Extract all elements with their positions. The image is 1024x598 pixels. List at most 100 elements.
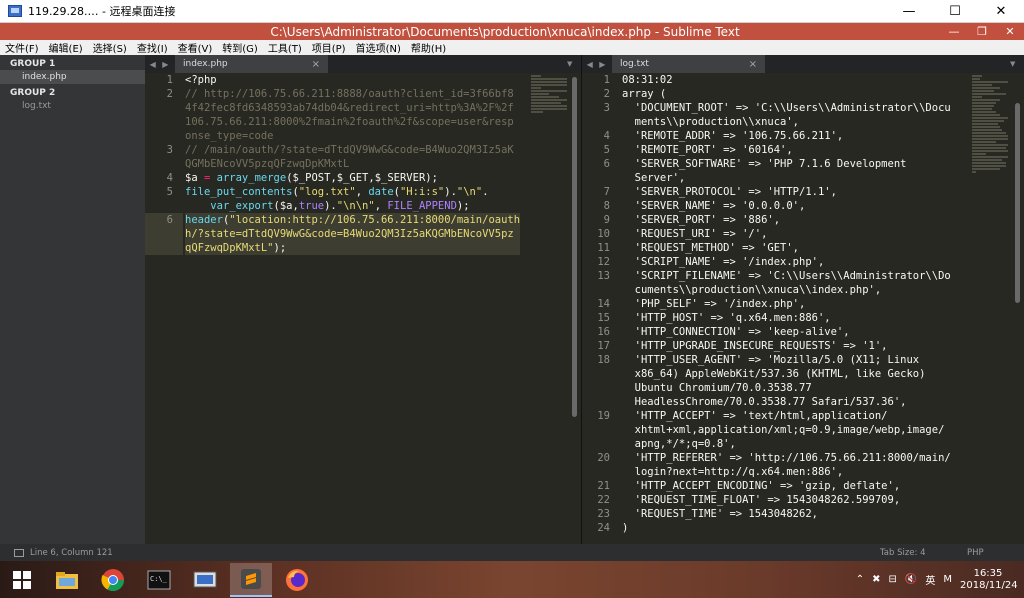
code-line: ) bbox=[622, 522, 629, 534]
line-number: 1 bbox=[603, 74, 610, 86]
line-number: 4 bbox=[603, 130, 610, 142]
menu-project[interactable]: 项目(P) bbox=[307, 40, 351, 55]
line-number: 20 bbox=[597, 452, 610, 464]
right-editor[interactable]: 1 2 3 4 5 6 7 8 9 10 11 12 13 14 15 16 17 18 19 20 21 22 23 24 … bbox=[582, 73, 1024, 544]
tray-ime-indicator[interactable]: 英 bbox=[925, 572, 935, 587]
line-number bbox=[582, 381, 620, 395]
panel-toggle-icon[interactable] bbox=[14, 548, 24, 557]
window-title: C:\Users\Administrator\Documents\product… bbox=[270, 24, 740, 39]
menu-help[interactable]: 帮助(H) bbox=[406, 40, 451, 55]
tab-nav-arrows[interactable]: ◀ ▶ bbox=[145, 60, 175, 69]
sidebar-group-2: GROUP 2 bbox=[10, 88, 56, 98]
taskbar-file-explorer[interactable] bbox=[46, 563, 88, 597]
syntax-indicator[interactable]: PHP bbox=[967, 548, 1024, 558]
code-line: 'REMOTE_PORT' => '60164', bbox=[622, 144, 793, 156]
clock-time: 16:35 bbox=[973, 567, 1003, 579]
code-line: file_put_contents("log.txt", date("H:i:s… bbox=[185, 186, 489, 198]
sidebar-item-log-txt[interactable]: log.txt bbox=[0, 99, 145, 113]
vertical-scrollbar[interactable] bbox=[1015, 103, 1020, 303]
taskbar-remote-desktop[interactable] bbox=[184, 563, 226, 597]
code-line: ments\\production\\xnuca', bbox=[622, 116, 800, 128]
right-tab-bar: ◀ ▶ log.txt × ▼ bbox=[582, 55, 1024, 73]
clock[interactable]: 16:35 2018/11/24 bbox=[960, 567, 1018, 592]
sidebar-item-index-php[interactable]: index.php bbox=[0, 70, 145, 84]
window-close-button[interactable]: ✕ bbox=[996, 25, 1024, 38]
code-line: var_export($a,true)."\n\n", FILE_APPEND)… bbox=[210, 200, 470, 212]
line-number: 13 bbox=[597, 270, 610, 282]
tab-index-php[interactable]: index.php × bbox=[175, 55, 328, 73]
vertical-scrollbar[interactable] bbox=[572, 77, 577, 417]
line-number: 3 bbox=[603, 102, 610, 114]
taskbar-terminal[interactable]: C:\_ bbox=[138, 563, 180, 597]
rdp-minimize-button[interactable]: — bbox=[886, 0, 932, 23]
code-line: 'SCRIPT_NAME' => '/index.php', bbox=[622, 256, 825, 268]
menu-goto[interactable]: 转到(G) bbox=[217, 40, 263, 55]
menu-find[interactable]: 查找(I) bbox=[132, 40, 173, 55]
line-number bbox=[582, 395, 620, 409]
line-number: 22 bbox=[597, 494, 610, 506]
code-line: 4f42fec8fd6348593ab74db04&redirect_uri=h… bbox=[185, 102, 514, 114]
taskbar-chrome[interactable] bbox=[92, 563, 134, 597]
tray-network-status-icon[interactable]: ⊟ bbox=[889, 574, 897, 585]
tab-nav-arrows[interactable]: ◀ ▶ bbox=[582, 60, 612, 69]
tray-m-icon[interactable]: M bbox=[943, 574, 952, 585]
line-number: 23 bbox=[597, 508, 610, 520]
taskbar-firefox[interactable] bbox=[276, 563, 318, 597]
code-line: 'REQUEST_TIME' => 1543048262, bbox=[622, 508, 818, 520]
sublime-title-bar: C:\Users\Administrator\Documents\product… bbox=[0, 23, 1024, 40]
tray-chevron-icon[interactable]: ⌃ bbox=[856, 574, 864, 585]
menu-selection[interactable]: 选择(S) bbox=[88, 40, 132, 55]
line-number: 2 bbox=[166, 88, 173, 100]
menu-preferences[interactable]: 首选项(N) bbox=[351, 40, 406, 55]
menu-tools[interactable]: 工具(T) bbox=[263, 40, 307, 55]
line-number: 12 bbox=[597, 256, 610, 268]
line-number bbox=[145, 129, 183, 143]
tab-close-icon[interactable]: × bbox=[312, 59, 320, 70]
tab-list-icon[interactable]: ▼ bbox=[567, 60, 581, 68]
tab-close-icon[interactable]: × bbox=[749, 59, 757, 70]
code-line: // http://106.75.66.211:8888/oauth?clien… bbox=[185, 88, 514, 100]
folder-icon bbox=[56, 571, 78, 589]
code-area[interactable]: <?php // http://106.75.66.211:8888/oauth?… bbox=[185, 73, 521, 255]
code-line: 'SERVER_SOFTWARE' => 'PHP 7.1.6 Developm… bbox=[622, 158, 907, 170]
line-number: 7 bbox=[603, 186, 610, 198]
left-editor[interactable]: 1 2 3 4 5 6 <?php // http://106.75.66.211:8888… bbox=[145, 73, 581, 544]
taskbar-sublime-text[interactable] bbox=[230, 562, 272, 597]
rdp-maximize-button[interactable]: ☐ bbox=[932, 0, 978, 23]
menu-edit[interactable]: 编辑(E) bbox=[44, 40, 88, 55]
line-number bbox=[582, 465, 620, 479]
sublime-text-icon bbox=[241, 568, 261, 589]
tray-network-icon[interactable]: ✖ bbox=[872, 574, 880, 585]
window-minimize-button[interactable]: — bbox=[940, 25, 968, 38]
menu-file[interactable]: 文件(F) bbox=[0, 40, 44, 55]
tab-label: index.php bbox=[183, 59, 228, 69]
window-restore-button[interactable]: ❐ bbox=[968, 25, 996, 38]
minimap[interactable] bbox=[972, 75, 1010, 195]
minimap[interactable] bbox=[531, 75, 569, 195]
code-line: 'HTTP_CONNECTION' => 'keep-alive', bbox=[622, 326, 850, 338]
left-tab-bar: ◀ ▶ index.php × ▼ bbox=[145, 55, 581, 73]
code-line: cuments\\production\\xnuca\\index.php', bbox=[622, 284, 882, 296]
code-line: 'PHP_SELF' => '/index.php', bbox=[622, 298, 806, 310]
line-number bbox=[145, 115, 183, 129]
rdp-title: 119.29.28.… - 远程桌面连接 bbox=[28, 5, 176, 18]
tab-log-txt[interactable]: log.txt × bbox=[612, 55, 765, 73]
tab-list-icon[interactable]: ▼ bbox=[1010, 60, 1024, 68]
start-button[interactable] bbox=[0, 561, 44, 598]
tab-size-indicator[interactable]: Tab Size: 4 bbox=[880, 548, 967, 558]
line-number bbox=[145, 227, 183, 241]
line-number bbox=[145, 157, 183, 171]
status-bar: Line 6, Column 121 Tab Size: 4 PHP bbox=[0, 544, 1024, 561]
tray-volume-icon[interactable]: 🔇 bbox=[905, 574, 917, 585]
code-line: 'HTTP_ACCEPT' => 'text/html,application/ bbox=[622, 410, 888, 422]
line-number: 1 bbox=[166, 74, 173, 86]
code-area[interactable]: 08:31:02 array ( 'DOCUMENT_ROOT' => 'C:\\… bbox=[622, 73, 951, 535]
menu-view[interactable]: 查看(V) bbox=[173, 40, 218, 55]
code-line: 'SERVER_NAME' => '0.0.0.0', bbox=[622, 200, 806, 212]
line-number: 21 bbox=[597, 480, 610, 492]
code-line: login?next=http://q.x64.men:886', bbox=[622, 466, 844, 478]
rdp-close-button[interactable]: ✕ bbox=[978, 0, 1024, 23]
line-number: 6 bbox=[145, 213, 183, 227]
line-number: 14 bbox=[597, 298, 610, 310]
line-number: 2 bbox=[603, 88, 610, 100]
